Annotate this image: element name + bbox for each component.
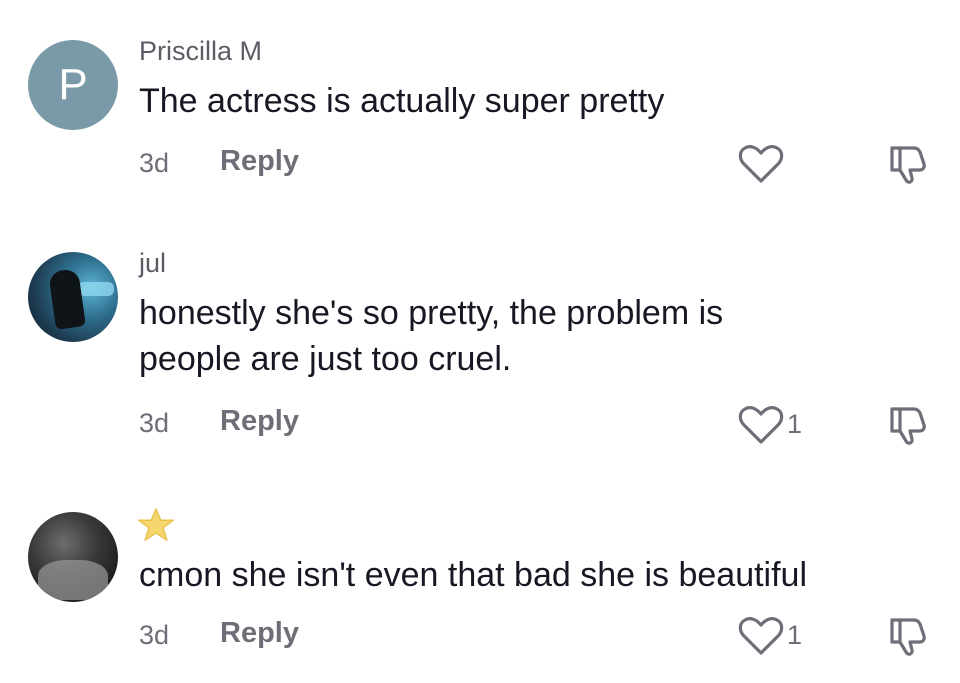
- reply-button[interactable]: Reply: [220, 145, 299, 178]
- heart-outline-icon[interactable]: [738, 616, 784, 656]
- comment-username[interactable]: jul: [139, 248, 166, 279]
- comment-text-line: people are just too cruel.: [139, 340, 512, 378]
- avatar-image: [48, 268, 86, 330]
- like-count: 1: [787, 620, 803, 650]
- comment-username[interactable]: Priscilla M: [139, 36, 262, 67]
- comment-timestamp: 3d: [139, 408, 170, 438]
- heart-outline-icon[interactable]: [738, 405, 784, 445]
- reply-button[interactable]: Reply: [220, 405, 299, 438]
- avatar[interactable]: [28, 252, 118, 342]
- avatar-letter: P: [58, 60, 88, 109]
- avatar[interactable]: P: [28, 40, 118, 130]
- avatar-image: [78, 282, 114, 296]
- like-count: 1: [787, 409, 803, 439]
- comment-timestamp: 3d: [139, 620, 170, 650]
- star-icon: [138, 508, 174, 541]
- thumbs-down-outline-icon[interactable]: [884, 403, 928, 447]
- comment-text: The actress is actually super pretty: [139, 82, 665, 120]
- comment-timestamp: 3d: [139, 148, 170, 178]
- comment-item: jul honestly she's so pretty, the proble…: [0, 210, 960, 470]
- thumbs-down-outline-icon[interactable]: [884, 614, 928, 658]
- comment-item: P Priscilla M The actress is actually su…: [0, 0, 960, 210]
- comment-text: honestly she's so pretty, the problem is…: [139, 290, 899, 382]
- thumbs-down-outline-icon[interactable]: [884, 142, 928, 186]
- avatar[interactable]: [28, 512, 118, 602]
- comment-text: cmon she isn't even that bad she is beau…: [139, 556, 808, 594]
- reply-button[interactable]: Reply: [220, 617, 299, 650]
- comment-item: cmon she isn't even that bad she is beau…: [0, 470, 960, 683]
- avatar-image: [38, 560, 108, 600]
- heart-outline-icon[interactable]: [738, 144, 784, 184]
- comment-text-line: honestly she's so pretty, the problem is: [139, 294, 724, 332]
